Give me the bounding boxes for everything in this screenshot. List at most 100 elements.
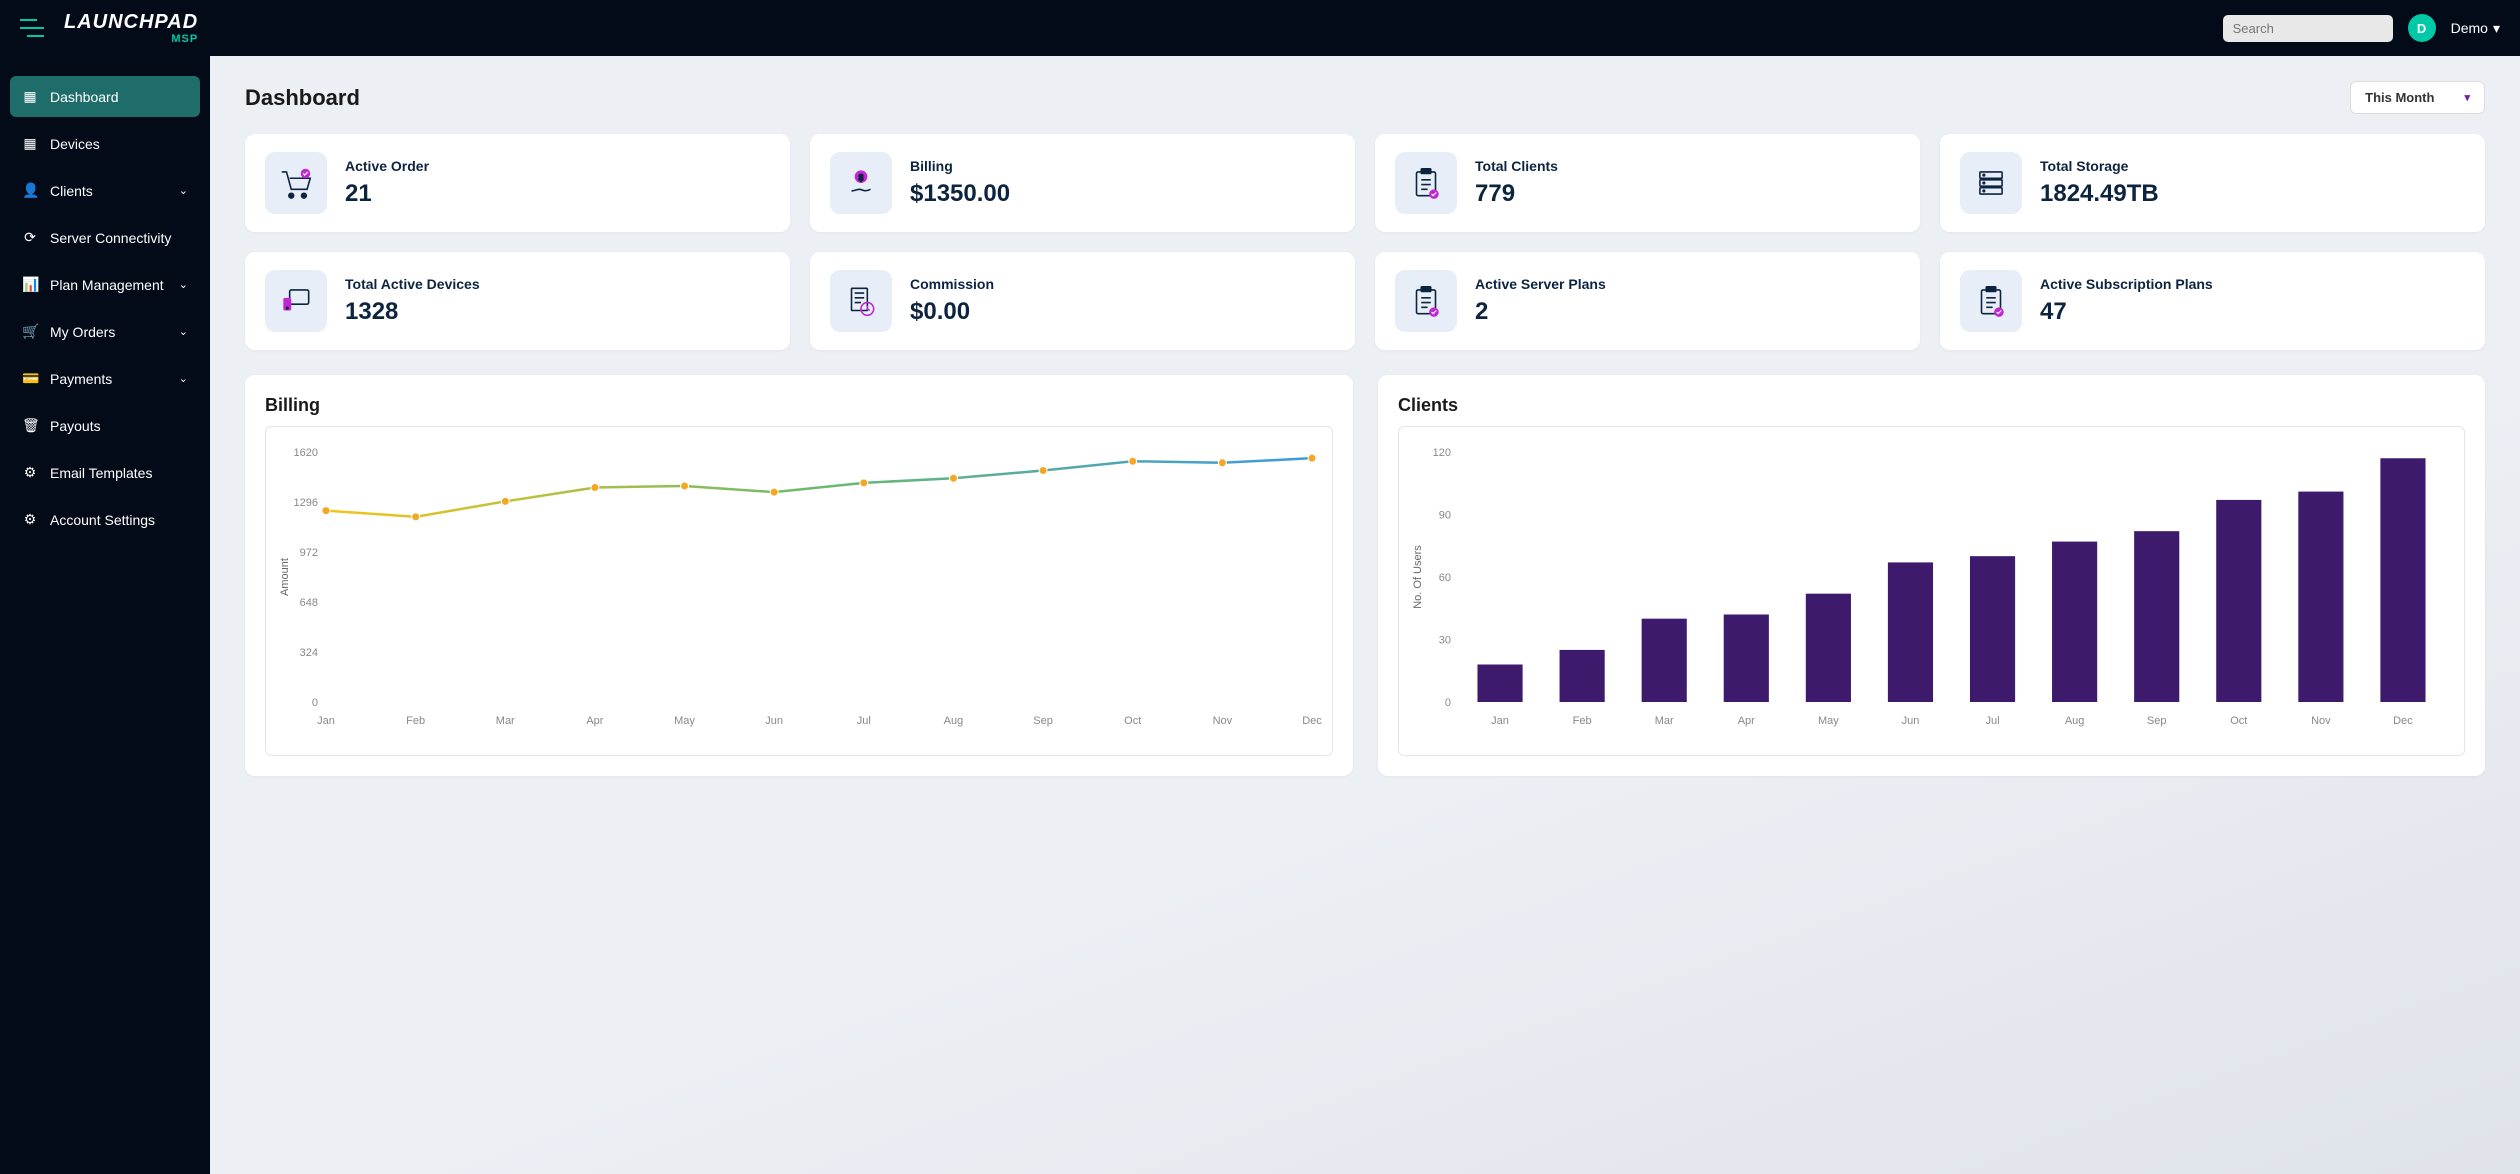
stat-label: Active Order [345,158,429,174]
sidebar-item-dashboard[interactable]: ▦ Dashboard [10,76,200,117]
menu-toggle-button[interactable] [20,19,44,37]
svg-text:Sep: Sep [2147,715,2167,727]
svg-text:30: 30 [1439,635,1451,647]
sidebar-item-label: Server Connectivity [50,230,171,246]
svg-text:324: 324 [300,647,318,659]
svg-text:Feb: Feb [1573,715,1592,727]
stat-value: 1328 [345,298,480,326]
sidebar-item-label: Plan Management [50,277,164,293]
stat-card-total-clients: Total Clients 779 [1375,134,1920,232]
storage-icon [1960,152,2022,214]
svg-text:Oct: Oct [2230,715,2247,727]
clients-chart-title: Clients [1398,395,2465,416]
sidebar-item-label: Clients [50,183,93,199]
svg-text:Jul: Jul [1986,715,2000,727]
sidebar-icon: 🗑 [22,417,38,434]
header-left: LAUNCHPAD MSP [20,12,198,45]
svg-text:Jun: Jun [765,715,783,727]
svg-text:Mar: Mar [496,715,515,727]
sidebar-item-email-templates[interactable]: ⚙ Email Templates [10,452,200,493]
chevron-down-icon: ▾ [2493,20,2500,37]
svg-text:90: 90 [1439,510,1451,522]
sidebar-icon: ⚙ [22,464,38,481]
header-right: D Demo ▾ [2223,14,2500,42]
chevron-down-icon: ⌄ [179,278,188,291]
billing-chart-card: Billing 032464897212961620AmountJanFebMa… [245,375,1353,776]
stat-value: $1350.00 [910,180,1010,208]
stat-value: $0.00 [910,298,994,326]
stat-card-commission: Commission $0.00 [810,252,1355,350]
sidebar-item-clients[interactable]: 👤 Clients ⌄ [10,170,200,211]
stat-card-total-active-devices: Total Active Devices 1328 [245,252,790,350]
svg-text:Sep: Sep [1033,715,1053,727]
stat-label: Active Server Plans [1475,276,1606,292]
svg-text:Dec: Dec [1302,715,1322,727]
stat-card-active-order: Active Order 21 [245,134,790,232]
sidebar-item-label: Payouts [50,418,101,434]
sidebar-icon: ⟳ [22,229,38,246]
avatar[interactable]: D [2408,14,2436,42]
clipboard-icon [1395,270,1457,332]
sidebar-item-server-connectivity[interactable]: ⟳ Server Connectivity [10,217,200,258]
sidebar-icon: ▦ [22,135,38,152]
stat-label: Total Clients [1475,158,1558,174]
clipboard-icon [1960,270,2022,332]
billing-icon: $ [830,152,892,214]
sidebar-item-label: Dashboard [50,89,119,105]
logo-sub: MSP [64,34,198,45]
svg-text:Nov: Nov [2311,715,2331,727]
stat-value: 2 [1475,298,1606,326]
stat-card-active-subscription-plans: Active Subscription Plans 47 [1940,252,2485,350]
stat-value: 779 [1475,180,1558,208]
clipboard-icon [1395,152,1457,214]
chevron-down-icon: ⌄ [179,325,188,338]
sidebar-item-account-settings[interactable]: ⚙ Account Settings [10,499,200,540]
svg-text:60: 60 [1439,572,1451,584]
app-logo: LAUNCHPAD MSP [64,12,198,45]
svg-text:0: 0 [1445,697,1451,709]
svg-text:$: $ [859,174,864,183]
svg-text:May: May [1818,715,1839,727]
sidebar-item-payouts[interactable]: 🗑 Payouts [10,405,200,446]
svg-text:972: 972 [300,547,318,559]
sidebar: ▦ Dashboard ▦ Devices 👤 Clients ⌄ ⟳ Serve… [0,56,210,1174]
stat-card-total-storage: Total Storage 1824.49TB [1940,134,2485,232]
svg-text:Mar: Mar [1655,715,1674,727]
stat-value: 1824.49TB [2040,180,2159,208]
page-title: Dashboard [245,85,360,111]
receipt-icon [830,270,892,332]
user-menu[interactable]: Demo ▾ [2451,20,2500,37]
svg-text:Jan: Jan [317,715,335,727]
search-box[interactable] [2223,15,2393,42]
period-selector[interactable]: This Month ▾ [2350,81,2485,114]
sidebar-item-label: Payments [50,371,112,387]
svg-text:Oct: Oct [1124,715,1141,727]
svg-text:Jun: Jun [1902,715,1920,727]
svg-text:120: 120 [1433,447,1451,459]
svg-text:Jul: Jul [857,715,871,727]
stat-label: Billing [910,158,1010,174]
svg-text:Apr: Apr [1738,715,1755,727]
charts-row: Billing 032464897212961620AmountJanFebMa… [245,375,2485,776]
svg-text:No. Of Users: No. Of Users [1412,545,1424,609]
clients-chart-card: Clients 0306090120No. Of UsersJanFebMarA… [1378,375,2485,776]
sidebar-icon: ▦ [22,88,38,105]
billing-chart-title: Billing [265,395,1333,416]
stat-label: Active Subscription Plans [2040,276,2213,292]
stat-label: Total Storage [2040,158,2159,174]
sidebar-item-label: Email Templates [50,465,152,481]
stat-label: Total Active Devices [345,276,480,292]
svg-text:648: 648 [300,597,318,609]
search-input[interactable] [2233,21,2409,36]
sidebar-item-devices[interactable]: ▦ Devices [10,123,200,164]
svg-text:Nov: Nov [1213,715,1233,727]
user-name-label: Demo [2451,20,2488,36]
sidebar-item-label: My Orders [50,324,115,340]
sidebar-item-payments[interactable]: 💳 Payments ⌄ [10,358,200,399]
chevron-down-icon: ▾ [2464,91,2470,104]
sidebar-item-my-orders[interactable]: 🛒 My Orders ⌄ [10,311,200,352]
svg-text:Dec: Dec [2393,715,2413,727]
svg-text:Aug: Aug [944,715,964,727]
sidebar-item-plan-management[interactable]: 📊 Plan Management ⌄ [10,264,200,305]
stat-card-active-server-plans: Active Server Plans 2 [1375,252,1920,350]
